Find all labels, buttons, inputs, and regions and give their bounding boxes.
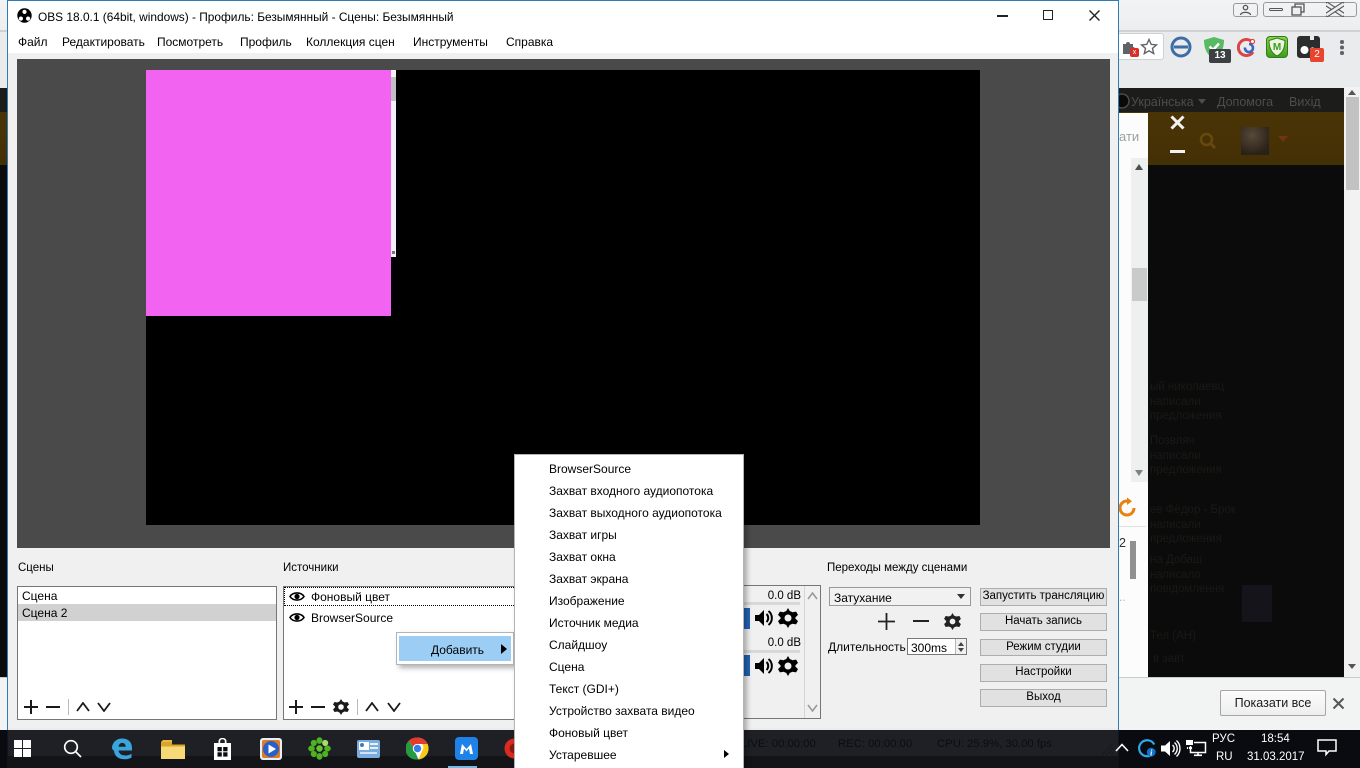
svg-text:M: M [1273, 42, 1281, 53]
